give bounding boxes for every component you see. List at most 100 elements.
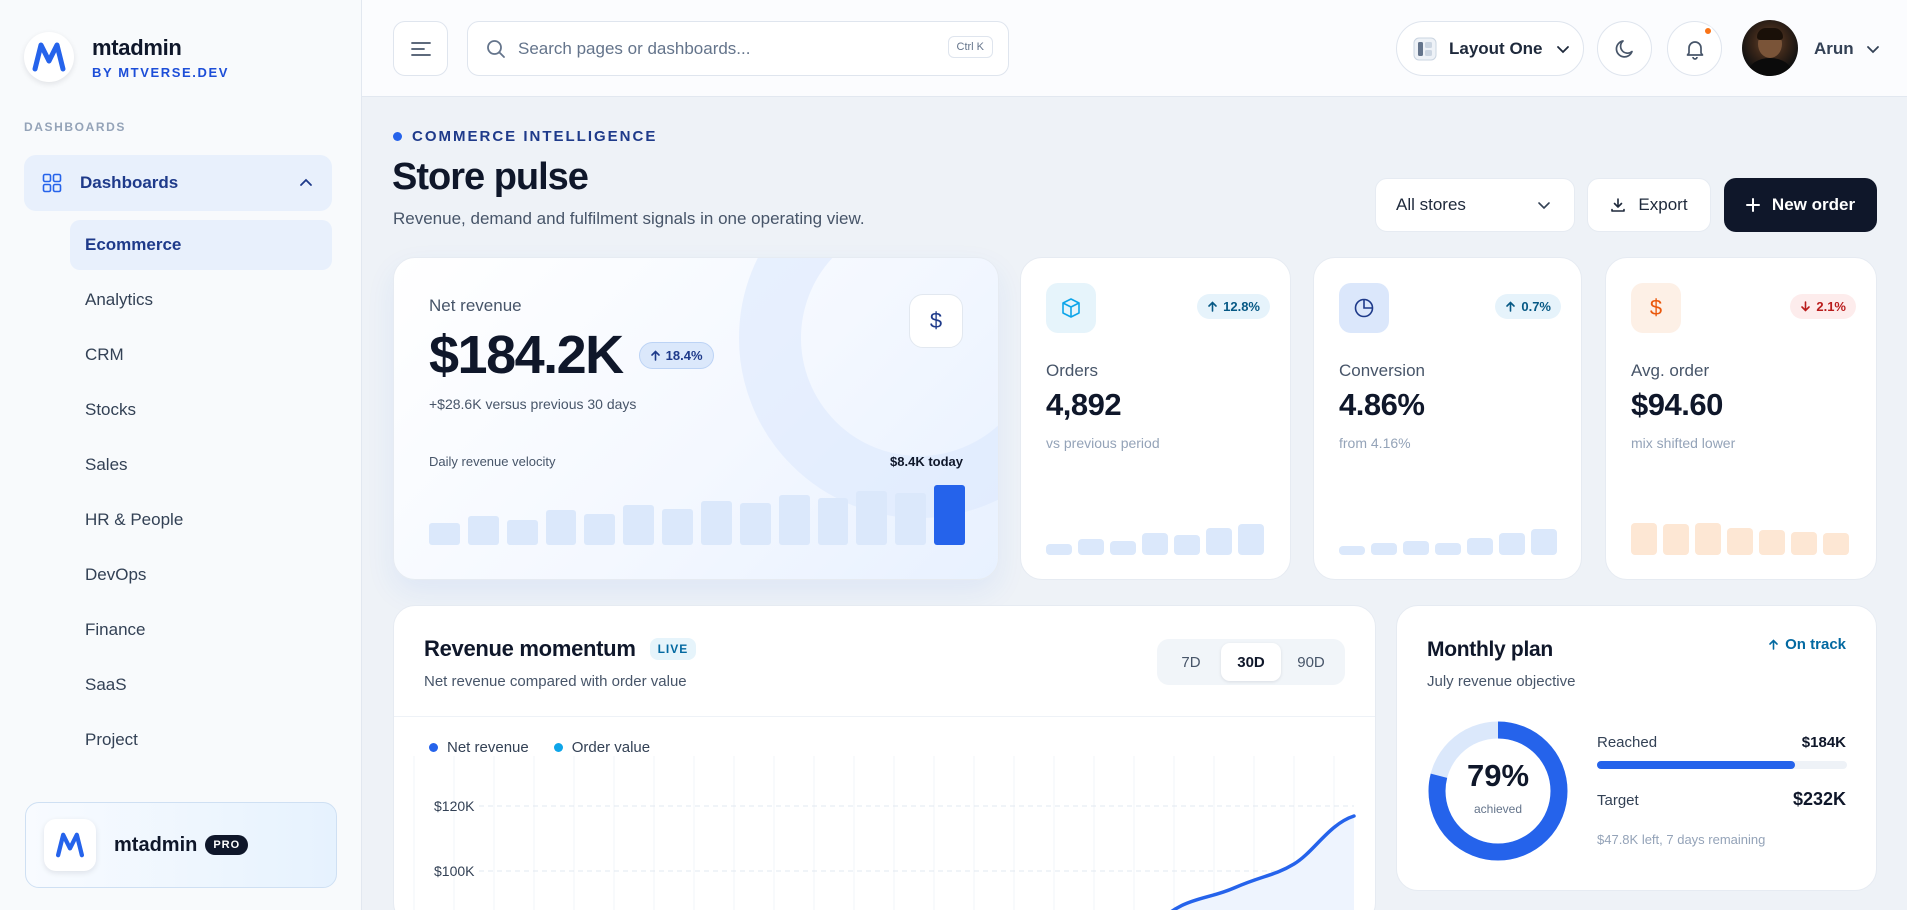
- search-icon: [487, 39, 505, 58]
- kpi-card-conversion: 0.7% Conversion 4.86% from 4.16%: [1313, 257, 1582, 580]
- reached-progress: [1597, 761, 1847, 769]
- notifications-button[interactable]: [1667, 21, 1722, 76]
- new-order-label: New order: [1771, 195, 1856, 214]
- sidebar-item-sales[interactable]: Sales: [70, 440, 332, 490]
- brand[interactable]: mtadmin BY MTVERSE.DEV: [24, 32, 229, 82]
- avg-order-value: $94.60: [1631, 387, 1723, 422]
- arrow-up-icon: [1506, 301, 1516, 312]
- sidebar-item-devops[interactable]: DevOps: [70, 550, 332, 600]
- arrow-down-icon: [1801, 301, 1811, 312]
- range-30d[interactable]: 30D: [1221, 643, 1281, 681]
- store-filter-select[interactable]: All stores: [1375, 178, 1575, 232]
- legend-swatch-net-revenue: [429, 743, 438, 752]
- range-selector[interactable]: 7D 30D 90D: [1157, 639, 1345, 685]
- spark-bar: [1110, 540, 1136, 555]
- chart-legend: Net revenue Order value: [429, 739, 650, 756]
- reached-value: $184K: [1801, 734, 1846, 751]
- search-input[interactable]: [518, 38, 918, 59]
- menu-toggle-button[interactable]: [393, 21, 448, 76]
- sidebar-item-crm[interactable]: CRM: [70, 330, 332, 380]
- layout-selector[interactable]: Layout One: [1396, 21, 1584, 76]
- spark-bar: [1695, 523, 1721, 555]
- box-icon: [1046, 283, 1096, 333]
- search-box[interactable]: Ctrl K: [467, 21, 1009, 76]
- sidebar-item-finance[interactable]: Finance: [70, 605, 332, 655]
- orders-sparkbars: [1046, 515, 1264, 555]
- plan-subtitle: July revenue objective: [1427, 673, 1576, 690]
- spark-bar: [1631, 522, 1657, 555]
- range-7d[interactable]: 7D: [1161, 643, 1221, 681]
- grid-icon: [42, 173, 62, 193]
- velocity-bar: [584, 513, 616, 545]
- sidebar-item-ecommerce[interactable]: Ecommerce: [70, 220, 332, 270]
- legend-order-value: Order value: [571, 739, 651, 756]
- velocity-bar: [934, 485, 966, 545]
- spark-bar: [1142, 533, 1168, 555]
- velocity-bar: [778, 494, 810, 545]
- pro-promo-card[interactable]: mtadmin PRO: [25, 802, 337, 888]
- layout-icon: [1413, 37, 1437, 60]
- conversion-sparkbars: [1339, 515, 1557, 555]
- promo-logo: [44, 819, 96, 871]
- velocity-bar: [856, 491, 888, 545]
- promo-name: mtadmin: [114, 833, 198, 856]
- orders-label: Orders: [1046, 361, 1098, 380]
- orders-change-badge: 12.8%: [1197, 294, 1270, 319]
- avatar[interactable]: [1742, 20, 1798, 76]
- spark-bar: [1078, 538, 1104, 555]
- dollar-icon: $: [1631, 283, 1681, 333]
- spark-bar: [1046, 544, 1072, 555]
- spark-bar: [1403, 541, 1429, 555]
- arrow-up-icon: [650, 349, 660, 361]
- sidebar: mtadmin BY MTVERSE.DEV DASHBOARDS Dashbo…: [0, 0, 362, 910]
- user-name[interactable]: Arun: [1814, 39, 1854, 59]
- reached-label: Reached: [1597, 734, 1658, 751]
- y-tick-label: $120K: [434, 798, 475, 814]
- pie-icon: [1339, 283, 1389, 333]
- plan-donut: 79% achieved: [1427, 720, 1569, 862]
- velocity-bar: [506, 519, 538, 545]
- conversion-value: 4.86%: [1339, 387, 1425, 422]
- nav-group-label: Dashboards: [80, 173, 179, 192]
- sidebar-item-hr-people[interactable]: HR & People: [70, 495, 332, 545]
- brand-logo: [24, 32, 74, 82]
- spark-bar: [1435, 543, 1461, 555]
- spark-bar: [1339, 546, 1365, 555]
- orders-value: 4,892: [1046, 387, 1122, 422]
- net-revenue-card: Net revenue $184.2K 18.4% +$28.6K versus…: [393, 257, 999, 580]
- plus-icon: [1745, 198, 1760, 212]
- export-button[interactable]: Export: [1587, 178, 1711, 232]
- plan-title: Monthly plan: [1427, 638, 1553, 661]
- velocity-bar: [701, 500, 732, 545]
- spark-bar: [1371, 543, 1397, 555]
- new-order-button[interactable]: New order: [1724, 178, 1877, 232]
- chevron-down-icon: [1556, 45, 1569, 53]
- divider: [394, 716, 1375, 717]
- chevron-down-icon: [1538, 202, 1550, 210]
- velocity-bar: [662, 509, 694, 545]
- page-subtitle: Revenue, demand and fulfilment signals i…: [393, 209, 865, 228]
- range-90d[interactable]: 90D: [1281, 643, 1341, 681]
- sidebar-item-stocks[interactable]: Stocks: [70, 385, 332, 435]
- decorative-ring: [739, 258, 998, 518]
- bell-icon: [1686, 40, 1703, 60]
- legend-net-revenue: Net revenue: [447, 739, 529, 756]
- sidebar-item-analytics[interactable]: Analytics: [70, 275, 332, 325]
- page-eyebrow: COMMERCE INTELLIGENCE: [393, 128, 657, 145]
- net-revenue-label: Net revenue: [429, 296, 522, 315]
- sidebar-item-saas[interactable]: SaaS: [70, 660, 332, 710]
- theme-toggle-button[interactable]: [1597, 21, 1652, 76]
- layout-selector-label: Layout One: [1449, 38, 1543, 58]
- velocity-bar: [895, 493, 927, 545]
- nav-group-dashboards[interactable]: Dashboards: [24, 155, 332, 211]
- legend-swatch-order-value: [553, 743, 563, 752]
- plan-status: On track: [1768, 636, 1846, 653]
- velocity-bar: [545, 510, 577, 545]
- search-shortcut: Ctrl K: [947, 36, 993, 58]
- nav-section-title: DASHBOARDS: [24, 120, 127, 134]
- avg-order-sparkbars: [1631, 515, 1849, 555]
- net-revenue-change-badge: 18.4%: [638, 341, 714, 369]
- sidebar-item-project[interactable]: Project: [70, 715, 332, 765]
- user-menu-chevron-icon[interactable]: [1865, 41, 1881, 57]
- avg-order-label: Avg. order: [1631, 361, 1710, 380]
